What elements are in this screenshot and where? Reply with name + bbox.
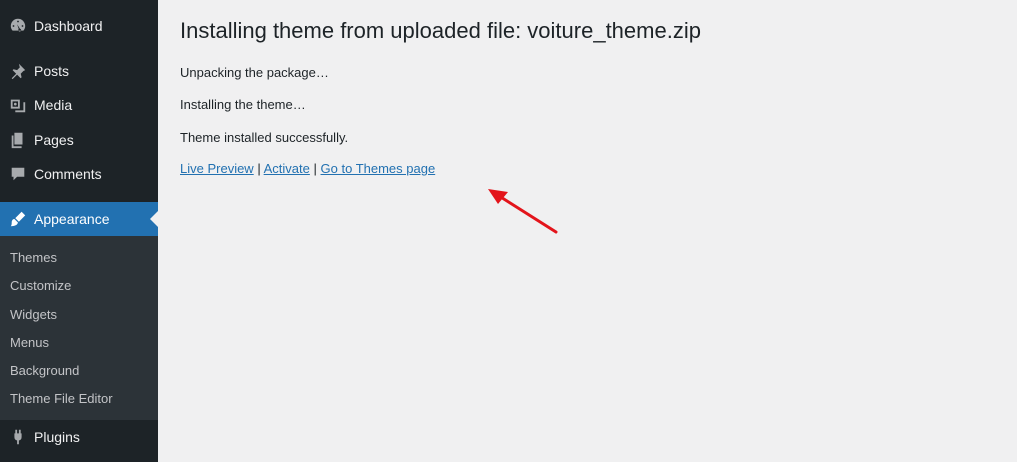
status-message-installing: Installing the theme… [180,97,306,112]
dashboard-icon [8,16,28,36]
submenu-item-themes[interactable]: Themes [10,250,57,265]
link-separator: | [313,161,317,176]
sidebar-item-pages[interactable]: Pages [0,123,158,157]
sidebar-item-appearance[interactable]: Appearance [0,202,158,236]
live-preview-link[interactable]: Live Preview [180,161,254,176]
comment-icon [8,164,28,184]
sidebar-item-label: Appearance [34,211,110,227]
sidebar-item-label: Dashboard [34,18,103,34]
link-separator: | [257,161,261,176]
submenu-item-theme-file-editor[interactable]: Theme File Editor [10,391,113,406]
submenu-item-background[interactable]: Background [10,363,79,378]
status-message-success: Theme installed successfully. [180,130,349,145]
brush-icon [8,209,28,229]
wp-admin-layout: Dashboard Posts Media Pages Comments App… [0,0,1017,462]
media-icon [8,95,28,115]
annotation-arrow-icon [488,189,558,234]
sidebar-item-label: Posts [34,63,70,79]
sidebar-item-dashboard[interactable]: Dashboard [0,9,158,43]
themes-page-link[interactable]: Go to Themes page [321,161,436,176]
theme-action-links: Live Preview | Activate | Go to Themes p… [180,161,435,176]
page-title: Installing theme from uploaded file: voi… [180,18,701,43]
appearance-submenu: Themes Customize Widgets Menus Backgroun… [0,236,158,420]
submenu-item-menus[interactable]: Menus [10,335,49,350]
sidebar-item-label: Comments [34,166,102,182]
sidebar-item-label: Pages [34,132,74,148]
pages-icon [8,130,28,150]
sidebar-item-label: Media [34,97,73,113]
pin-icon [8,61,28,81]
sidebar-item-plugins[interactable]: Plugins [0,420,158,454]
status-message-unpacking: Unpacking the package… [180,65,329,80]
plug-icon [8,427,28,447]
sidebar-item-media[interactable]: Media [0,88,158,122]
admin-sidebar: Dashboard Posts Media Pages Comments App… [0,0,158,462]
submenu-item-widgets[interactable]: Widgets [10,307,57,322]
activate-link[interactable]: Activate [264,161,310,176]
sidebar-item-posts[interactable]: Posts [0,54,158,88]
sidebar-item-comments[interactable]: Comments [0,157,158,191]
sidebar-item-label: Plugins [34,429,80,445]
submenu-item-customize[interactable]: Customize [10,278,71,293]
